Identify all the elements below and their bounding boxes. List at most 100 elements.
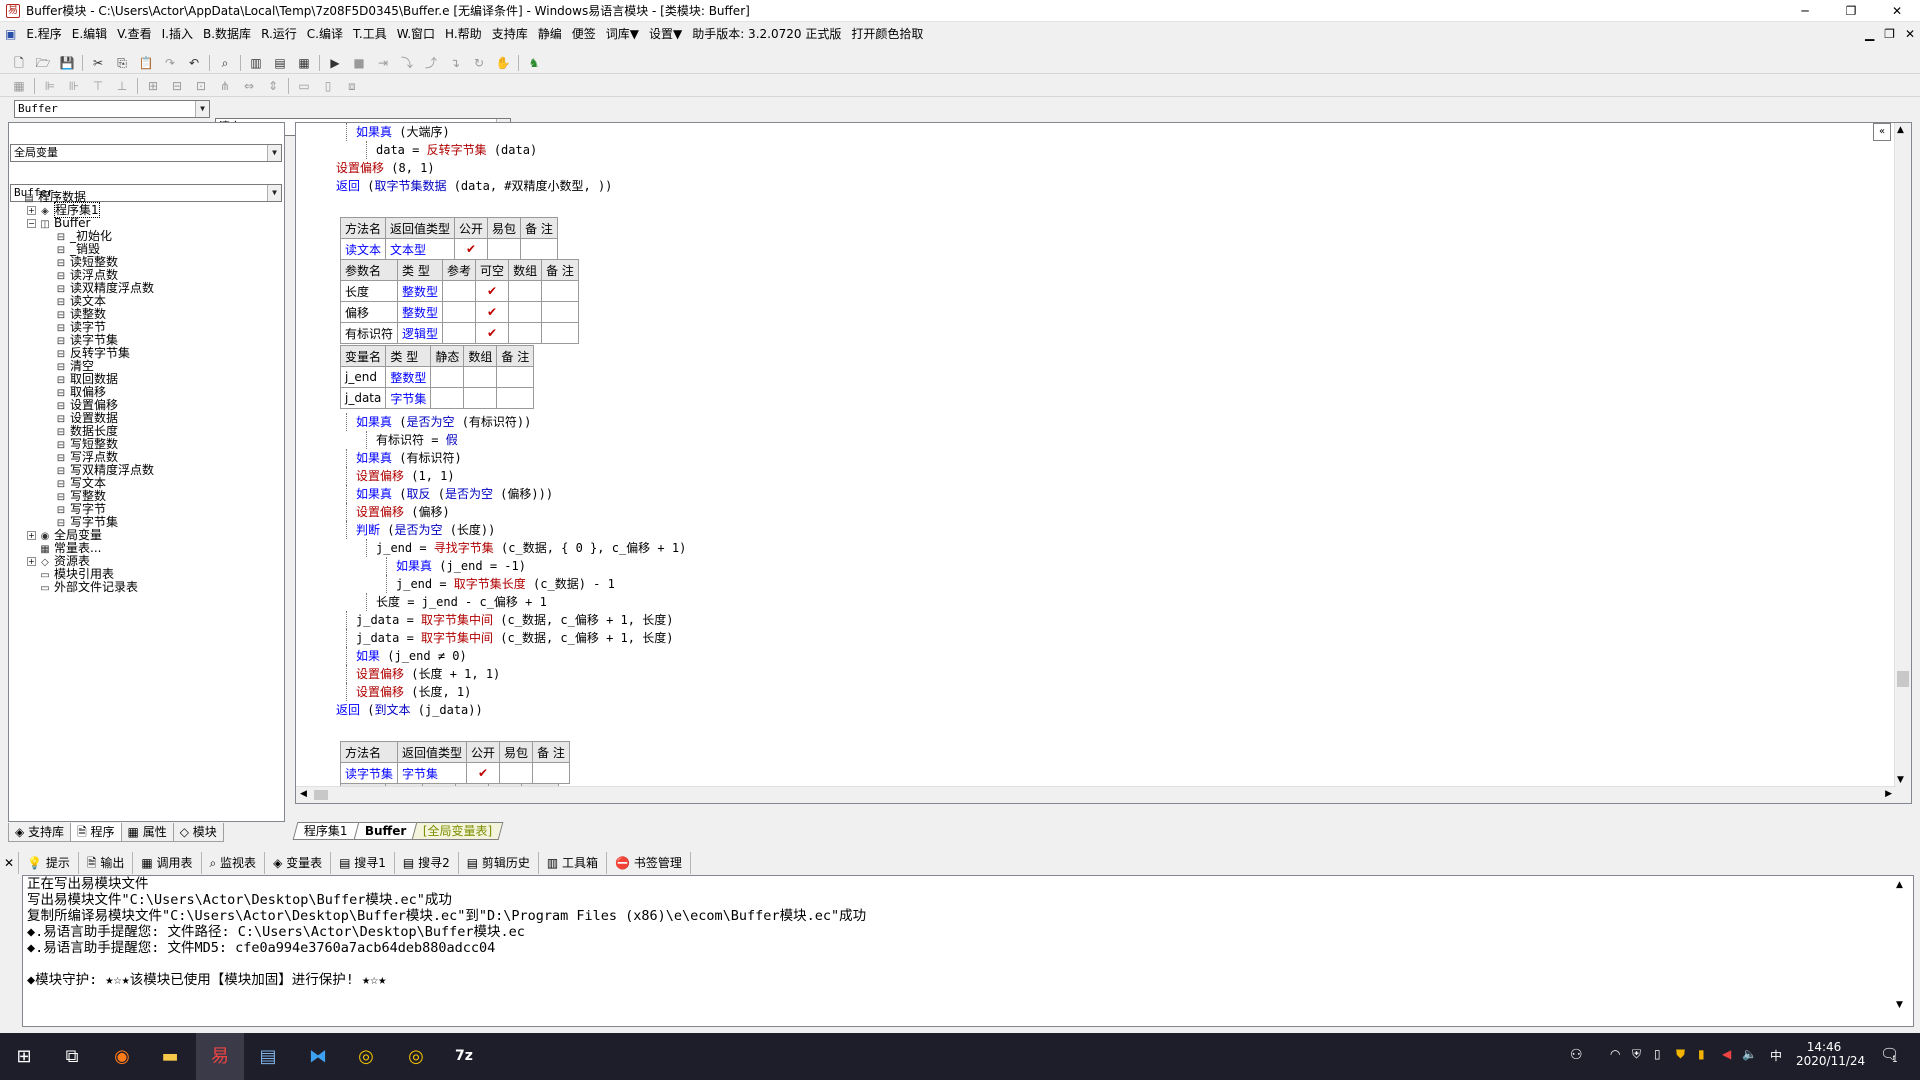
- menu-item-5[interactable]: R.运行: [256, 22, 302, 46]
- table-row[interactable]: 有标识符 逻辑型 ✔: [339, 322, 579, 344]
- table-row[interactable]: j_end 整数型: [339, 366, 535, 388]
- table-cell[interactable]: ✔: [454, 238, 489, 260]
- space-h-icon[interactable]: ⊡: [190, 76, 212, 96]
- output-scroll-down-icon[interactable]: ▼: [1896, 1000, 1903, 1010]
- notepad-icon[interactable]: ▤: [244, 1033, 292, 1080]
- table-cell[interactable]: 有标识符: [339, 322, 399, 344]
- tree-expander-icon[interactable]: +: [27, 206, 36, 215]
- chrome-icon[interactable]: ◎: [342, 1033, 390, 1080]
- scope-combo[interactable]: 全局变量 ▼: [10, 144, 282, 162]
- menu-item-3[interactable]: I.插入: [157, 22, 198, 46]
- same-size-icon[interactable]: ▭: [293, 76, 315, 96]
- bottom-tab-4[interactable]: ◈ 变量表: [265, 852, 332, 874]
- left-tab-2[interactable]: ▦ 属性: [120, 823, 174, 842]
- step-icon-2[interactable]: ⤵: [396, 53, 418, 73]
- table-cell[interactable]: [508, 280, 543, 302]
- menu-app-icon[interactable]: ▣: [0, 22, 21, 46]
- bottom-panel-close-icon[interactable]: ✕: [0, 852, 20, 874]
- bottom-tab-3[interactable]: ⌕ 监视表: [202, 852, 266, 874]
- step-icon-4[interactable]: ↴: [444, 53, 466, 73]
- menu-item-13[interactable]: 词库▼: [601, 22, 644, 46]
- table-cell[interactable]: ✔: [475, 322, 510, 344]
- run-icon[interactable]: ▶: [324, 53, 346, 73]
- table-cell[interactable]: [463, 387, 498, 409]
- table-cell[interactable]: ✔: [475, 280, 510, 302]
- align-top-icon[interactable]: ⊤: [87, 76, 109, 96]
- eyuyan-task-icon[interactable]: 易: [196, 1033, 244, 1080]
- undo-icon[interactable]: ↶: [183, 53, 205, 73]
- task-view-icon[interactable]: ⧉: [48, 1033, 96, 1080]
- table-cell[interactable]: ✔: [475, 301, 510, 323]
- class-combo[interactable]: Buffer ▼: [14, 100, 210, 118]
- table-cell[interactable]: [508, 322, 543, 344]
- menu-item-7[interactable]: T.工具: [348, 22, 392, 46]
- step-icon-3[interactable]: ⤴: [420, 53, 442, 73]
- menu-item-12[interactable]: 便签: [567, 22, 601, 46]
- menu-item-11[interactable]: 静编: [533, 22, 567, 46]
- mdi-restore-icon[interactable]: ❐: [1879, 22, 1900, 46]
- hand-icon[interactable]: ✋: [492, 53, 514, 73]
- table-cell[interactable]: [541, 322, 579, 344]
- table-row[interactable]: 读文本 文本型 ✔: [339, 238, 558, 260]
- bottom-tab-5[interactable]: ▤ 搜寻1: [331, 852, 395, 874]
- scroll-down-icon[interactable]: ▼: [1897, 775, 1904, 785]
- editor-tab-0[interactable]: 程序集1: [292, 822, 360, 840]
- bottom-tab-0[interactable]: 💡 提示: [19, 852, 79, 874]
- scroll-right-icon[interactable]: ▶: [1885, 789, 1892, 799]
- table-cell[interactable]: [541, 280, 579, 302]
- menu-item-4[interactable]: B.数据库: [198, 22, 256, 46]
- table-cell[interactable]: 字节集: [385, 387, 432, 409]
- chevron-down-icon[interactable]: ▼: [195, 101, 209, 117]
- 7zip-icon[interactable]: 7z: [440, 1033, 488, 1080]
- center-h-icon[interactable]: ⊞: [142, 76, 164, 96]
- menu-item-6[interactable]: C.编译: [302, 22, 348, 46]
- step-icon-1[interactable]: ⇥: [372, 53, 394, 73]
- mdi-close-icon[interactable]: ✕: [1900, 22, 1920, 46]
- tray-battery-icon[interactable]: ▮: [1698, 1047, 1705, 1061]
- table-cell[interactable]: [442, 301, 477, 323]
- table-cell[interactable]: [463, 366, 498, 388]
- table-cell[interactable]: j_end: [339, 366, 387, 388]
- open-folder-icon[interactable]: 🗁: [32, 53, 54, 73]
- table-cell[interactable]: 长度: [339, 280, 399, 302]
- left-tab-1[interactable]: 🗎 程序: [70, 823, 122, 842]
- grid-icon[interactable]: ▦: [8, 76, 30, 96]
- table-cell[interactable]: 读字节集: [339, 762, 399, 784]
- output-panel[interactable]: 正在写出易模块文件 写出易模块文件"C:\Users\Actor\Desktop\…: [22, 875, 1914, 1027]
- collapse-icon[interactable]: «: [1873, 123, 1891, 141]
- step-icon-5[interactable]: ↻: [468, 53, 490, 73]
- table-cell[interactable]: j_data: [339, 387, 387, 409]
- editor-tab-1[interactable]: Buffer: [353, 822, 418, 840]
- speaker-icon[interactable]: 🔈: [1742, 1047, 1757, 1061]
- usb-icon[interactable]: ▯: [1654, 1047, 1661, 1061]
- table-cell[interactable]: 整数型: [397, 301, 444, 323]
- table-row[interactable]: j_data 字节集: [339, 387, 535, 409]
- table-row[interactable]: 偏移 整数型 ✔: [339, 301, 579, 323]
- redo-icon[interactable]: ↷: [159, 53, 181, 73]
- security-shield-icon[interactable]: ⛨: [1632, 1047, 1641, 1062]
- windows-start-icon[interactable]: ⊞: [0, 1033, 48, 1080]
- editor-horizontal-scrollbar[interactable]: ◀ ▶: [296, 786, 1896, 803]
- tree-expander-icon[interactable]: −: [27, 219, 36, 228]
- people-icon[interactable]: ⚇: [1570, 1047, 1583, 1063]
- table-cell[interactable]: [430, 366, 465, 388]
- menu-item-1[interactable]: E.编辑: [67, 22, 112, 46]
- send-back-icon[interactable]: ⧈: [341, 76, 363, 96]
- table-cell[interactable]: [442, 322, 477, 344]
- table-cell[interactable]: 字节集: [397, 762, 468, 784]
- table-cell[interactable]: ✔: [466, 762, 501, 784]
- table-row[interactable]: 读字节集 字节集 ✔: [339, 762, 570, 784]
- mdi-minimize-icon[interactable]: ▁: [1860, 22, 1879, 46]
- menu-item-14[interactable]: 设置▼: [644, 22, 687, 46]
- tree-expander-icon[interactable]: +: [27, 531, 36, 540]
- maximize-button[interactable]: ❐: [1828, 0, 1874, 22]
- copy-icon[interactable]: ⎘: [111, 53, 133, 73]
- menu-item-15[interactable]: 助手版本: 3.2.0720 正式版: [687, 22, 846, 46]
- table-cell[interactable]: [487, 238, 522, 260]
- center-v-icon[interactable]: ⊟: [166, 76, 188, 96]
- hscroll-thumb[interactable]: [314, 790, 328, 800]
- table-cell[interactable]: 读文本: [339, 238, 387, 260]
- table-cell[interactable]: 逻辑型: [397, 322, 444, 344]
- left-tab-3[interactable]: ◇ 模块: [172, 823, 224, 842]
- table-cell[interactable]: [508, 301, 543, 323]
